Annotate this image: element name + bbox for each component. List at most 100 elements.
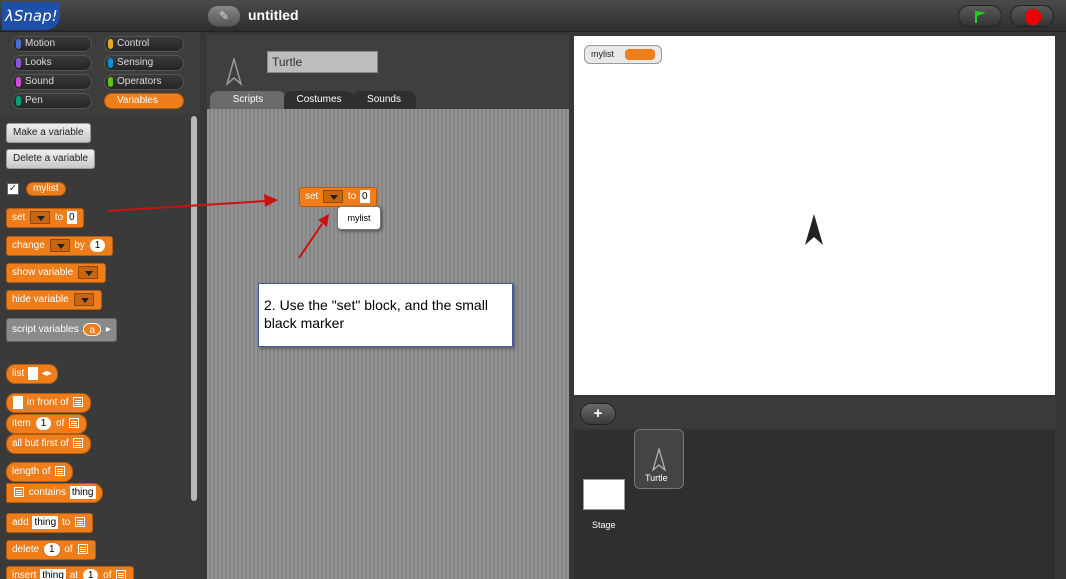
show-variable-block[interactable]: show variable [6,263,106,283]
script-set-block[interactable]: set to 0 [299,187,377,207]
contains-value-slot[interactable]: thing [69,485,96,499]
variable-watcher-checkbox[interactable]: ✓ [7,183,19,195]
set-variable-block[interactable]: set to 0 [6,208,84,228]
list-slot-icon[interactable] [75,517,86,528]
change-label: change [12,240,45,251]
all-but-first-block[interactable]: all but first of [6,434,92,454]
of-label: of [64,544,73,555]
snap-logo[interactable]: λSnap! [2,2,60,30]
cloud-button[interactable]: ✎ [207,5,241,27]
insert-label: insert [12,570,37,579]
set-value-slot[interactable]: 0 [360,189,370,203]
list-slot-icon[interactable] [69,418,80,429]
list-slot-icon[interactable] [116,570,127,579]
length-of-block[interactable]: length of [6,462,74,482]
variable-watcher[interactable]: mylist [584,45,662,64]
variable-dropdown[interactable] [73,292,94,306]
category-control[interactable]: Control [104,36,184,52]
stage-label: Stage [592,520,616,530]
change-variable-block[interactable]: change by 1 [6,236,114,256]
add-value-slot[interactable]: thing [32,515,59,529]
variable-reporter-mylist[interactable]: mylist [26,182,66,196]
category-variables[interactable]: Variables [104,93,184,109]
contains-block[interactable]: contains thing [6,483,103,503]
green-flag-button[interactable] [958,5,1002,27]
collapse-arrow-icon[interactable]: ◂ [192,304,196,313]
list-slot-icon[interactable] [77,544,88,555]
in-front-of-block[interactable]: in front of [6,393,92,413]
all-but-first-label: all but first of [12,438,69,449]
snap-window: λSnap! ✎ untitled Motion Control Looks S… [0,0,1066,579]
block-palette: Make a variable Delete a variable ✓ myli… [0,114,200,579]
category-sensing[interactable]: Sensing [104,55,184,71]
list-block[interactable]: list ◂▸ [6,364,58,384]
arrows-icon[interactable]: ◂▸ [42,368,52,379]
stop-button[interactable] [1010,5,1054,27]
stage-thumbnail[interactable] [583,479,625,510]
category-operators[interactable]: Operators [104,74,184,90]
script-variable-a[interactable]: a [83,322,102,336]
to-label: to [54,212,64,223]
show-variable-label: show variable [12,267,74,278]
variable-dropdown[interactable] [77,265,98,279]
of-label: of [56,418,65,429]
add-to-list-block[interactable]: add thing to [6,513,94,533]
hide-variable-label: hide variable [12,294,69,305]
item-of-block[interactable]: item 1 of [6,414,88,434]
make-variable-button[interactable]: Make a variable [6,123,91,143]
set-label: set [12,212,26,223]
turtle-sprite-icon[interactable] [804,213,824,247]
list-item-slot[interactable] [28,366,39,380]
variable-dropdown[interactable] [30,210,51,224]
delete-variable-button[interactable]: Delete a variable [6,149,96,169]
at-label: at [69,570,79,579]
arrow-right-icon[interactable]: ▸ [106,324,111,335]
category-pen[interactable]: Pen [12,93,92,109]
delete-index-slot[interactable]: 1 [44,542,60,556]
turtle-arrowhead-icon [652,448,666,472]
contains-label: contains [28,487,67,498]
tab-costumes[interactable]: Costumes [284,91,354,109]
variable-dropdown-menu[interactable]: mylist [337,206,381,230]
list-slot-icon[interactable] [73,397,84,408]
sprite-name-field[interactable]: Turtle [267,51,378,73]
category-motion[interactable]: Motion [12,36,92,52]
variable-dropdown[interactable] [49,238,70,252]
variable-dropdown[interactable] [323,189,344,203]
item-label: item [12,418,31,429]
top-bar: λSnap! ✎ untitled [0,0,1066,32]
list-slot-icon[interactable] [55,466,66,477]
category-sound[interactable]: Sound [12,74,92,90]
category-looks[interactable]: Looks [12,55,92,71]
change-value-slot[interactable]: 1 [89,238,106,252]
tab-scripts[interactable]: Scripts [210,91,286,109]
in-front-of-label: in front of [26,397,69,408]
corral-toolbar [574,398,1055,428]
list-label: list [12,368,25,379]
in-front-of-item-slot[interactable] [13,395,23,409]
set-value-slot[interactable]: 0 [67,210,77,224]
stop-sign-icon [1025,9,1041,25]
insert-index-slot[interactable]: 1 [82,568,99,579]
set-label: set [305,191,319,202]
turtle-sprite-label: Turtle [645,473,668,483]
insert-at-list-block[interactable]: insert thing at 1 of [6,566,135,579]
category-selector: Motion Control Looks Sensing Sound Opera… [0,32,200,114]
list-slot-icon[interactable] [73,438,84,449]
tutorial-callout: 2. Use the "set" block, and the small bl… [258,283,513,347]
project-title: untitled [248,7,299,23]
add-sprite-button[interactable]: + [580,403,616,425]
delete-of-list-block[interactable]: delete 1 of [6,540,96,560]
by-label: by [74,240,85,251]
insert-value-slot[interactable]: thing [40,568,66,579]
item-index-slot[interactable]: 1 [35,416,52,430]
hide-variable-block[interactable]: hide variable [6,290,102,310]
tab-sounds[interactable]: Sounds [352,91,416,109]
add-label: add [12,517,29,528]
to-label: to [347,191,357,202]
script-variables-label: script variables [12,324,79,335]
flag-shape [976,11,986,17]
list-slot-icon[interactable] [14,487,24,498]
script-variables-block[interactable]: script variables a ▸ [6,318,117,342]
watcher-label: mylist [591,49,614,59]
